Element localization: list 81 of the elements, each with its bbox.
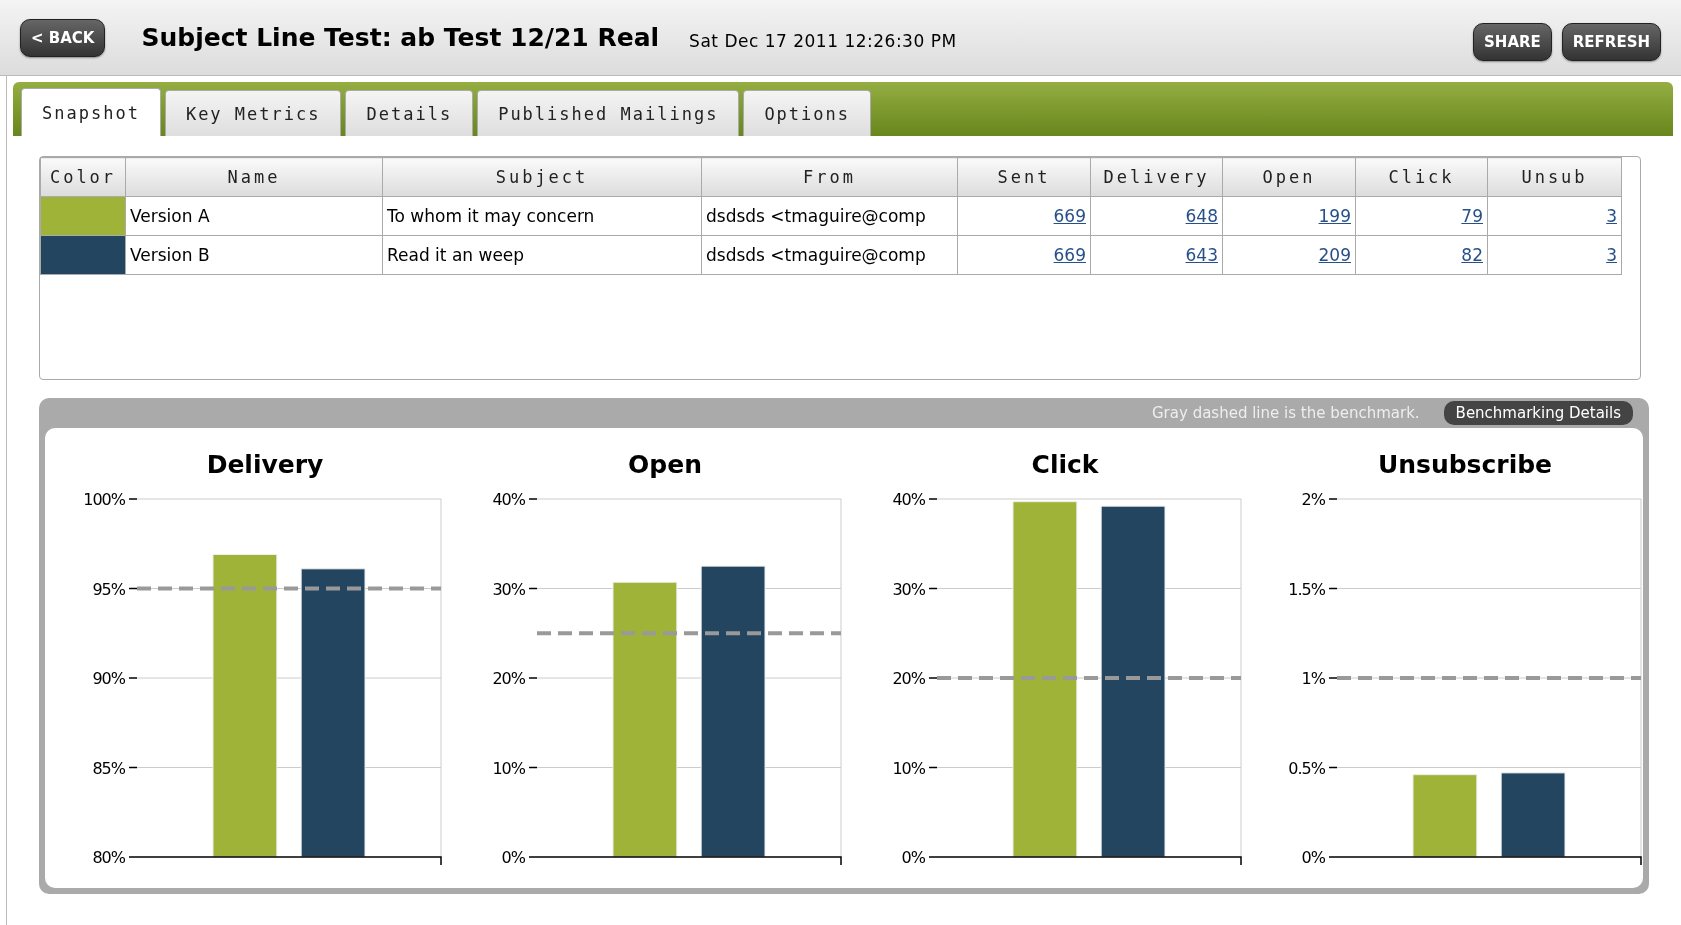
column-header: Subject [382,157,702,197]
tick-mark [528,498,538,500]
count-link[interactable]: 669 [1053,245,1086,265]
table-cell: Version A [125,196,383,236]
axis-label: 0% [501,848,525,867]
axis-label: 85% [92,758,125,778]
table-cell: Read it an weep [382,235,702,275]
tab[interactable]: Published Mailings [477,90,740,136]
axis-label: 20% [892,669,925,688]
table-cell: dsdsds <tmaguire@comp [701,196,958,236]
count-link[interactable]: 209 [1318,245,1351,265]
tick-mark [1328,677,1338,679]
axis-label: 10% [892,758,925,778]
count-link[interactable]: 199 [1318,206,1351,226]
tick-mark [928,766,938,769]
column-header: Click [1355,157,1488,197]
axis-label: 40% [892,490,925,509]
axis-label: 20% [492,669,525,688]
tick-mark [128,856,138,858]
column-header: Unsub [1487,157,1622,197]
tick-mark [128,766,138,769]
axis-label: 30% [892,579,925,599]
count-link[interactable]: 79 [1461,206,1483,226]
chart-title: Click [1031,450,1099,479]
axis-label: 80% [92,848,125,867]
count-link[interactable]: 643 [1185,245,1218,265]
axis-label: 0% [901,848,925,867]
column-header: Name [125,157,383,197]
chart-title: Delivery [206,450,324,479]
tick-mark [528,766,538,769]
axis-label: 30% [492,579,525,599]
tick-mark [528,856,538,858]
refresh-button[interactable]: REFRESH [1561,22,1661,61]
axis-label: 100% [83,490,125,509]
axis-label: 0% [1301,848,1325,867]
benchmark-note: Gray dashed line is the benchmark. [1152,404,1420,422]
tick-mark [928,856,938,858]
tick-mark [1328,766,1338,769]
tab[interactable]: Snapshot [21,88,161,136]
count-link[interactable]: 3 [1606,206,1617,226]
axis-label: 10% [492,758,525,778]
tab[interactable]: Key Metrics [164,90,342,136]
tick-mark [528,677,538,679]
tab[interactable]: Details [345,90,474,136]
benchmarking-details-button[interactable]: Benchmarking Details [1443,401,1633,425]
count-link[interactable]: 82 [1461,245,1483,265]
table-cell: dsdsds <tmaguire@comp [701,235,958,275]
axis-label: 1% [1301,669,1325,688]
axis-label: 40% [492,490,525,509]
axis-label: 0.5% [1288,758,1325,778]
count-link[interactable]: 648 [1185,206,1218,226]
column-header: Delivery [1090,157,1223,197]
page-title: Subject Line Test: ab Test 12/21 Real [141,23,660,52]
tick-mark [128,498,138,500]
column-header: From [701,157,958,197]
tick-mark [128,677,138,679]
column-header: Open [1222,157,1356,197]
count-link[interactable]: 669 [1053,206,1086,226]
column-header: Sent [957,157,1091,197]
tick-mark [928,498,938,500]
tick-mark [1328,856,1338,858]
axis-label: 1.5% [1288,579,1325,599]
timestamp: Sat Dec 17 2011 12:26:30 PM [689,30,957,51]
share-button[interactable]: SHARE [1473,22,1552,61]
table-cell: To whom it may concern [382,196,702,236]
tick-mark [1328,587,1338,590]
axis-label: 2% [1301,490,1325,509]
tick-mark [128,587,138,590]
column-header: Color [40,157,126,197]
count-link[interactable]: 3 [1606,245,1617,265]
tick-mark [928,587,938,590]
tick-mark [528,587,538,590]
table-cell: Version B [125,235,383,275]
tick-mark [928,677,938,679]
chart-title: Unsubscribe [1377,450,1553,479]
axis-label: 90% [92,669,125,688]
tick-mark [1328,498,1338,500]
back-button[interactable]: < BACK [20,18,106,57]
chart-title: Open [628,450,702,479]
tab[interactable]: Options [743,90,872,136]
axis-label: 95% [92,579,125,599]
